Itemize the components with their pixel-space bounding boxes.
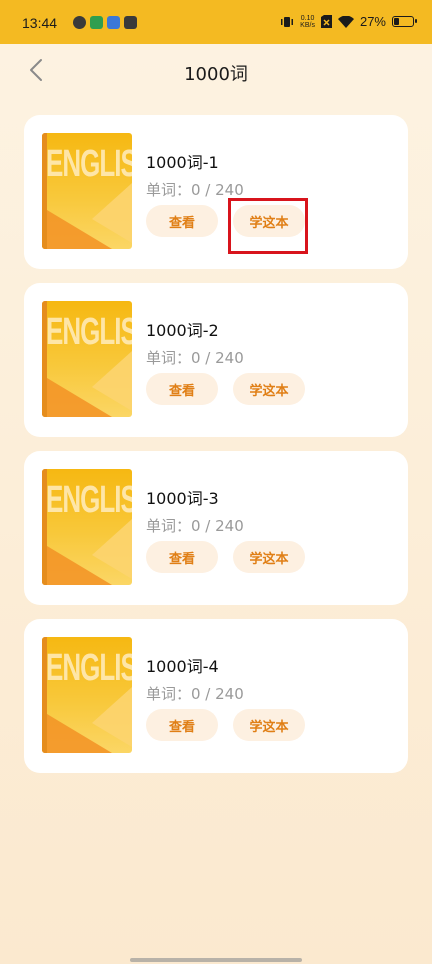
app-notification-icon [124,16,137,29]
book-cover[interactable]: ENGLISH [42,301,132,417]
cover-title: ENGLISH [46,477,132,521]
book-card: ENGLISH 1000词-4 单词：0 / 240 查看 学这本 [24,619,408,773]
book-word-count: 单词：0 / 240 [146,349,244,367]
book-name: 1000词-2 [146,321,219,340]
book-word-count: 单词：0 / 240 [146,181,244,199]
book-word-count: 单词：0 / 240 [146,517,244,535]
battery-level [394,18,399,25]
book-name: 1000词-4 [146,657,219,676]
book-card: ENGLISH 1000词-3 单词：0 / 240 查看 学这本 [24,451,408,605]
battery-icon [392,16,417,27]
cover-title: ENGLISH [46,309,132,353]
book-card: ENGLISH 1000词-2 单词：0 / 240 查看 学这本 [24,283,408,437]
cover-title: ENGLISH [46,645,132,689]
cover-decoration [92,519,132,579]
network-speed: 0.10 KB/s [300,15,315,29]
battery-percent: 27% [359,14,386,29]
learn-book-button[interactable]: 学这本 [233,541,305,573]
page-title: 1000词 [184,64,248,85]
learn-book-button[interactable]: 学这本 [233,373,305,405]
learn-book-button[interactable]: 学这本 [233,205,305,237]
cover-decoration [92,351,132,411]
app-notification-icon [73,16,86,29]
status-indicators: 0.10 KB/s 27% [280,14,417,29]
cover-decoration [92,687,132,747]
book-cover[interactable]: ENGLISH [42,133,132,249]
view-button[interactable]: 查看 [146,709,218,741]
view-button[interactable]: 查看 [146,205,218,237]
book-card: ENGLISH 1000词-1 单词：0 / 240 查看 学这本 [24,115,408,269]
status-bar: 13:44 0.10 KB/s 27% [0,0,432,44]
view-button[interactable]: 查看 [146,373,218,405]
view-button[interactable]: 查看 [146,541,218,573]
book-name: 1000词-3 [146,489,219,508]
book-word-count: 单词：0 / 240 [146,685,244,703]
app-notification-icon [90,16,103,29]
book-name: 1000词-1 [146,153,219,172]
book-cover[interactable]: ENGLISH [42,637,132,753]
book-list: ENGLISH 1000词-1 单词：0 / 240 查看 学这本 ENGLIS… [24,115,408,787]
vibrate-icon [281,16,294,27]
home-indicator[interactable] [130,958,302,962]
learn-book-button[interactable]: 学这本 [233,709,305,741]
status-time: 13:44 [22,15,58,31]
cover-title: ENGLISH [46,141,132,185]
app-notification-icon [107,16,120,29]
network-speed-unit: KB/s [300,21,315,29]
no-sim-icon [320,15,332,28]
book-cover[interactable]: ENGLISH [42,469,132,585]
wifi-icon [337,15,354,28]
network-speed-value: 0.10 [300,14,315,22]
status-app-icons [73,16,137,29]
cover-decoration [92,183,132,243]
